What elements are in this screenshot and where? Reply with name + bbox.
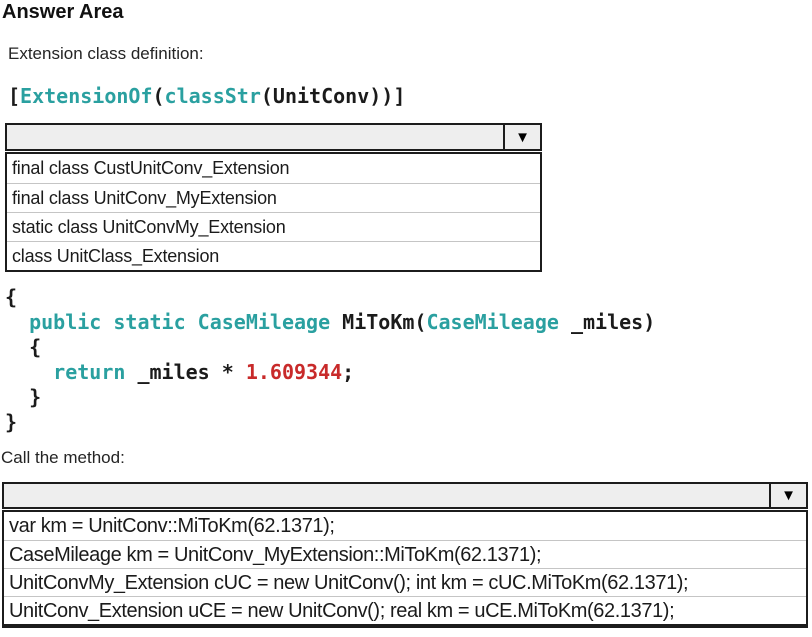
chevron-down-icon: ▼ <box>515 130 530 145</box>
call-method-dropdown[interactable]: ▼ <box>2 482 808 509</box>
extension-dropdown-selected-value <box>7 125 503 149</box>
call-dropdown-selected-value <box>4 484 769 507</box>
extension-dropdown-button[interactable]: ▼ <box>503 125 540 149</box>
call-option-2[interactable]: UnitConvMy_Extension cUC = new UnitConv(… <box>4 568 806 596</box>
call-option-0[interactable]: var km = UnitConv::MiToKm(62.1371); <box>4 512 806 540</box>
call-method-dropdown-group: ▼ var km = UnitConv::MiToKm(62.1371); Ca… <box>2 482 808 628</box>
extension-option-0[interactable]: final class CustUnitConv_Extension <box>7 154 540 183</box>
extension-definition-label: Extension class definition: <box>8 44 204 64</box>
extension-class-options-list: final class CustUnitConv_Extension final… <box>5 152 542 272</box>
extension-class-dropdown[interactable]: ▼ <box>5 123 542 151</box>
extension-class-dropdown-group: ▼ final class CustUnitConv_Extension fin… <box>5 123 542 272</box>
call-option-3[interactable]: UnitConv_Extension uCE = new UnitConv();… <box>4 596 806 624</box>
call-method-options-list: var km = UnitConv::MiToKm(62.1371); Case… <box>2 510 808 628</box>
call-option-1[interactable]: CaseMileage km = UnitConv_MyExtension::M… <box>4 540 806 568</box>
method-body-code: { public static CaseMileage MiToKm(CaseM… <box>5 285 655 435</box>
extension-option-2[interactable]: static class UnitConvMy_Extension <box>7 212 540 241</box>
extension-attribute-code: [ExtensionOf(classStr(UnitConv))] <box>8 84 405 109</box>
call-dropdown-button[interactable]: ▼ <box>769 484 806 507</box>
call-method-label: Call the method: <box>1 448 125 468</box>
chevron-down-icon: ▼ <box>781 488 796 503</box>
extension-option-1[interactable]: final class UnitConv_MyExtension <box>7 183 540 212</box>
extension-option-3[interactable]: class UnitClass_Extension <box>7 241 540 270</box>
page-title: Answer Area <box>2 1 124 24</box>
